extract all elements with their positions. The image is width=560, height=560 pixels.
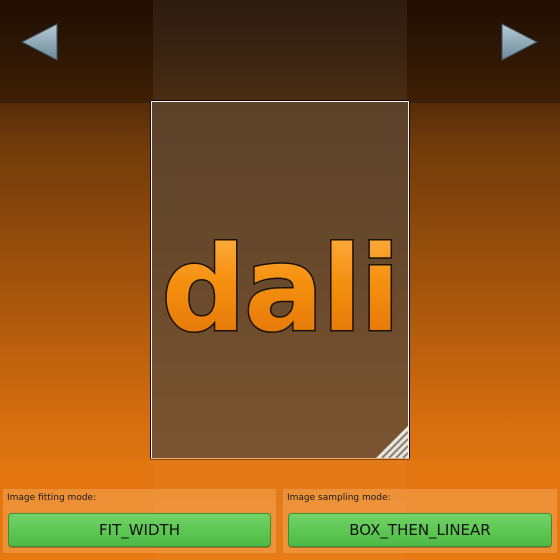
dali-logo: dali — [160, 219, 402, 353]
image-card: dali — [151, 101, 409, 459]
logo-text: dali — [162, 220, 399, 352]
fitting-mode-label: Image fitting mode: — [7, 493, 97, 503]
sampling-mode-button[interactable]: BOX_THEN_LINEAR — [288, 513, 552, 547]
triangle-left-icon — [20, 23, 58, 61]
next-button[interactable] — [499, 22, 539, 62]
triangle-right-icon — [501, 23, 539, 61]
sampling-mode-label: Image sampling mode: — [287, 493, 391, 503]
fitting-mode-group: Image fitting mode: FIT_WIDTH — [3, 489, 276, 553]
sampling-mode-group: Image sampling mode: BOX_THEN_LINEAR — [283, 489, 557, 553]
previous-button[interactable] — [20, 22, 60, 62]
stripe-corner-icon — [376, 426, 408, 458]
fitting-mode-button[interactable]: FIT_WIDTH — [8, 513, 271, 547]
